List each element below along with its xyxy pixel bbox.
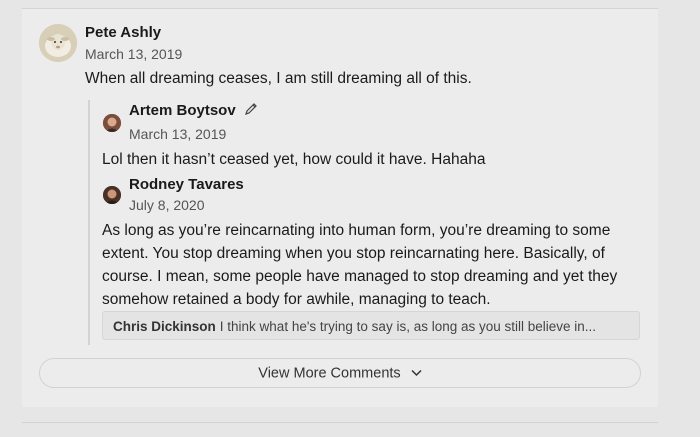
comment-text: When all dreaming ceases, I am still dre… [85,70,472,87]
view-more-comments-button[interactable]: View More Comments [39,358,641,388]
comment-text: Lol then it hasn’t ceased yet, how could… [102,151,486,168]
avatar-pete-ashly[interactable] [39,24,77,62]
comment-text-line: course. I mean, some people have managed… [102,268,618,285]
comment-date[interactable]: July 8, 2020 [129,197,205,213]
sheep-icon [39,24,77,62]
comment-date[interactable]: March 13, 2019 [129,126,226,142]
avatar-artem-boytsov[interactable] [103,114,121,132]
reply-preview-text: I think what he's trying to say is, as l… [219,319,597,334]
pencil-icon [244,102,258,120]
comment-author[interactable]: Pete Ashly [85,24,161,41]
chevron-down-icon [411,359,422,388]
person-icon [103,186,121,204]
person-icon [103,114,121,132]
thread-line [88,100,90,345]
comment-text-line: As long as you’re reincarnating into hum… [102,222,611,239]
divider [22,422,658,423]
comment-text-line: extent. You stop dreaming when you stop … [102,245,605,262]
reply-preview-author[interactable]: Chris Dickinson [113,319,216,334]
comment-author[interactable]: Rodney Tavares [129,176,244,193]
avatar-rodney-tavares[interactable] [103,186,121,204]
comment-date[interactable]: March 13, 2019 [85,46,182,62]
comment-author[interactable]: Artem Boytsov [129,102,236,119]
reply-preview[interactable]: Chris Dickinson I think what he's trying … [102,311,640,340]
view-more-label: View More Comments [258,365,401,382]
comment-text: As long as you’re reincarnating into hum… [102,219,658,311]
comment-text-line: somehow retained a body for awhile, mana… [102,291,491,308]
